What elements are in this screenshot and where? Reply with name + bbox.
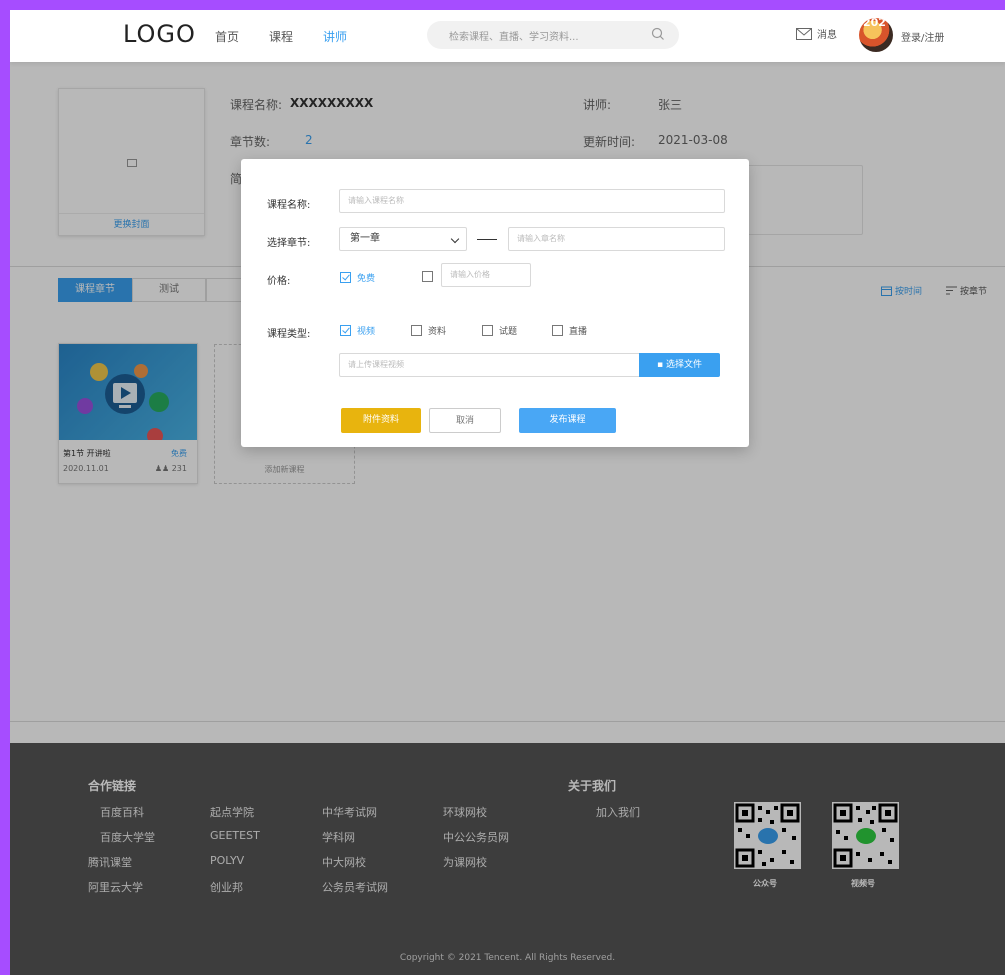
chapter-name-input[interactable]: 请输入章名称 [508, 227, 725, 251]
modal-chapter-label: 选择章节: [267, 238, 311, 249]
type-live-label: 直播 [569, 327, 588, 337]
chapter-select-value: 第一章 [350, 233, 380, 244]
upload-video-input[interactable]: 请上传课程视频 [339, 353, 641, 377]
checkbox-box [482, 325, 493, 336]
price-free-label: 免费 [357, 274, 376, 284]
avatar-badge: 202 [863, 18, 886, 29]
search-input[interactable]: 检索课程、直播、学习资料... [427, 21, 679, 49]
nav-home[interactable]: 首页 [215, 28, 239, 45]
range-dash [477, 239, 497, 240]
type-exam-label: 试题 [499, 327, 518, 337]
checkbox-box [422, 271, 433, 282]
modal-type-label: 课程类型: [267, 329, 311, 340]
mail-icon [796, 27, 812, 40]
type-exam-checkbox[interactable]: 试题 [482, 324, 517, 337]
checkbox-box [411, 325, 422, 336]
select-file-button[interactable]: ▪ 选择文件 [639, 353, 720, 377]
chapter-select[interactable]: 第一章 [339, 227, 467, 251]
checkbox-box [340, 325, 351, 336]
messages-label: 消息 [817, 30, 837, 41]
checkbox-box [552, 325, 563, 336]
type-video-checkbox[interactable]: 视频 [340, 324, 375, 337]
checkbox-box [340, 272, 351, 283]
main-nav: 首页 课程 讲师 [215, 28, 377, 45]
login-register-link[interactable]: 登录/注册 [901, 29, 944, 44]
search-icon[interactable] [651, 27, 665, 41]
logo[interactable]: LOGO [123, 20, 196, 48]
film-icon: ▪ [657, 360, 666, 370]
type-material-label: 资料 [428, 327, 447, 337]
top-header: LOGO 首页 课程 讲师 检索课程、直播、学习资料... 消息 202 登录/… [10, 10, 1005, 62]
price-free-checkbox[interactable]: 免费 [340, 271, 375, 284]
course-name-input[interactable]: 请输入课程名称 [339, 189, 725, 213]
select-file-label: 选择文件 [665, 360, 702, 370]
nav-teachers[interactable]: 讲师 [323, 28, 347, 45]
publish-course-dialog: 课程名称: 请输入课程名称 选择章节: 第一章 请输入章名称 价格: 免费 请输… [241, 159, 749, 447]
type-material-checkbox[interactable]: 资料 [411, 324, 446, 337]
type-live-checkbox[interactable]: 直播 [552, 324, 587, 337]
modal-price-label: 价格: [267, 276, 291, 287]
attach-materials-button[interactable]: 附件资料 [341, 408, 421, 433]
chevron-down-icon [450, 234, 460, 244]
avatar[interactable]: 202 [859, 18, 893, 52]
search-placeholder: 检索课程、直播、学习资料... [449, 32, 579, 43]
modal-name-label: 课程名称: [267, 200, 311, 211]
price-input[interactable]: 请输入价格 [441, 263, 531, 287]
publish-course-button[interactable]: 发布课程 [519, 408, 616, 433]
cancel-button[interactable]: 取消 [429, 408, 501, 433]
page: LOGO 首页 课程 讲师 检索课程、直播、学习资料... 消息 202 登录/… [10, 10, 1005, 975]
type-video-label: 视频 [357, 327, 376, 337]
nav-courses[interactable]: 课程 [269, 28, 293, 45]
price-paid-checkbox[interactable] [422, 271, 439, 282]
messages-link[interactable]: 消息 [796, 26, 837, 41]
